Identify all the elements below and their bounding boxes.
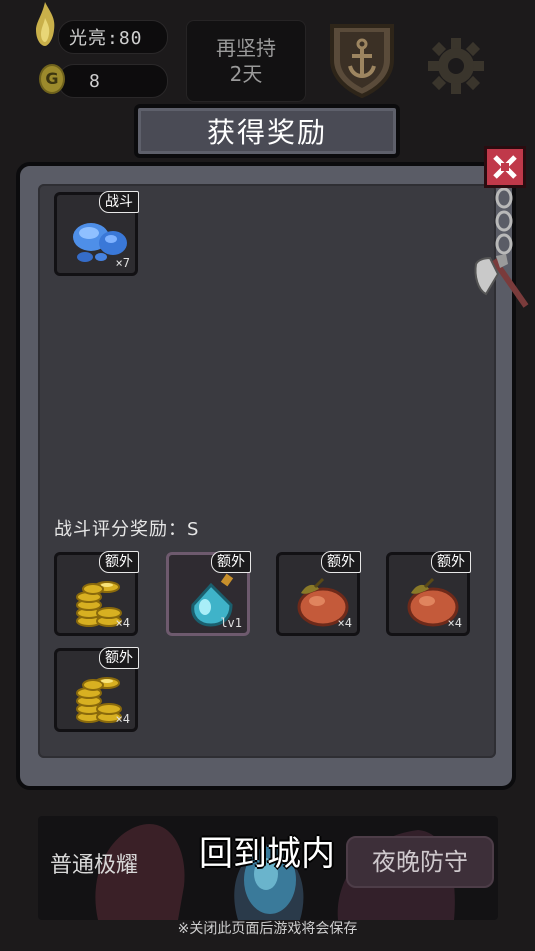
reward-slot-bonus-5[interactable]: 额外 ×4	[54, 647, 139, 732]
settings-gear-icon[interactable]	[426, 36, 486, 96]
brightness-label: 光亮:80	[69, 28, 143, 49]
item-quantity: ×4	[115, 712, 130, 726]
bonus-tag: 额外	[321, 551, 361, 573]
gold-coin-icon: G	[39, 64, 65, 94]
dialog-title-text: 获得奖励	[206, 116, 327, 149]
close-icon	[493, 155, 517, 179]
return-to-town-button[interactable]: 回到城内	[184, 826, 350, 882]
reward-slot-bonus-1[interactable]: 额外 ×4	[54, 551, 139, 636]
dialog-title: 获得奖励	[134, 104, 400, 158]
persist-line1: 再坚持	[216, 36, 276, 60]
save-notice: ※关闭此页面后游戏将会保存	[177, 921, 358, 937]
gold-value: 8	[89, 70, 101, 92]
reward-slot-bonus-3[interactable]: 额外 ×4	[276, 551, 361, 636]
bonus-tag: 额外	[431, 551, 471, 573]
item-quantity: ×4	[337, 616, 352, 630]
gold-display: 8	[58, 64, 168, 98]
flame-icon	[36, 2, 55, 46]
item-level: lv1	[220, 616, 242, 630]
reward-slot-bonus-4[interactable]: 额外 ×4	[386, 551, 471, 636]
axe-icon	[474, 254, 529, 308]
bonus-tag: 额外	[99, 551, 139, 573]
chain-icon	[495, 188, 513, 255]
normal-mode-button[interactable]: 普通极耀	[38, 848, 150, 884]
battle-tag: 战斗	[99, 191, 139, 213]
bonus-tag: 额外	[211, 551, 251, 573]
brightness-display: 光亮:80	[58, 20, 168, 54]
anchor-shield-icon[interactable]	[326, 20, 398, 100]
bonus-tag: 额外	[99, 647, 139, 669]
item-quantity: ×4	[447, 616, 462, 630]
reward-slot-bonus-2[interactable]: 额外 lv1	[166, 551, 251, 636]
item-quantity: ×7	[115, 256, 130, 270]
persist-line2: 2天	[229, 62, 263, 86]
days-remaining-panel: 再坚持 2天	[186, 20, 306, 102]
reward-slot-battle-1[interactable]: 战斗 ×7	[54, 191, 139, 276]
item-quantity: ×4	[115, 616, 130, 630]
close-button[interactable]	[484, 146, 526, 188]
night-defense-button[interactable]: 夜晚防守	[346, 836, 494, 888]
battle-rating-label: 战斗评分奖励：S	[54, 519, 200, 540]
